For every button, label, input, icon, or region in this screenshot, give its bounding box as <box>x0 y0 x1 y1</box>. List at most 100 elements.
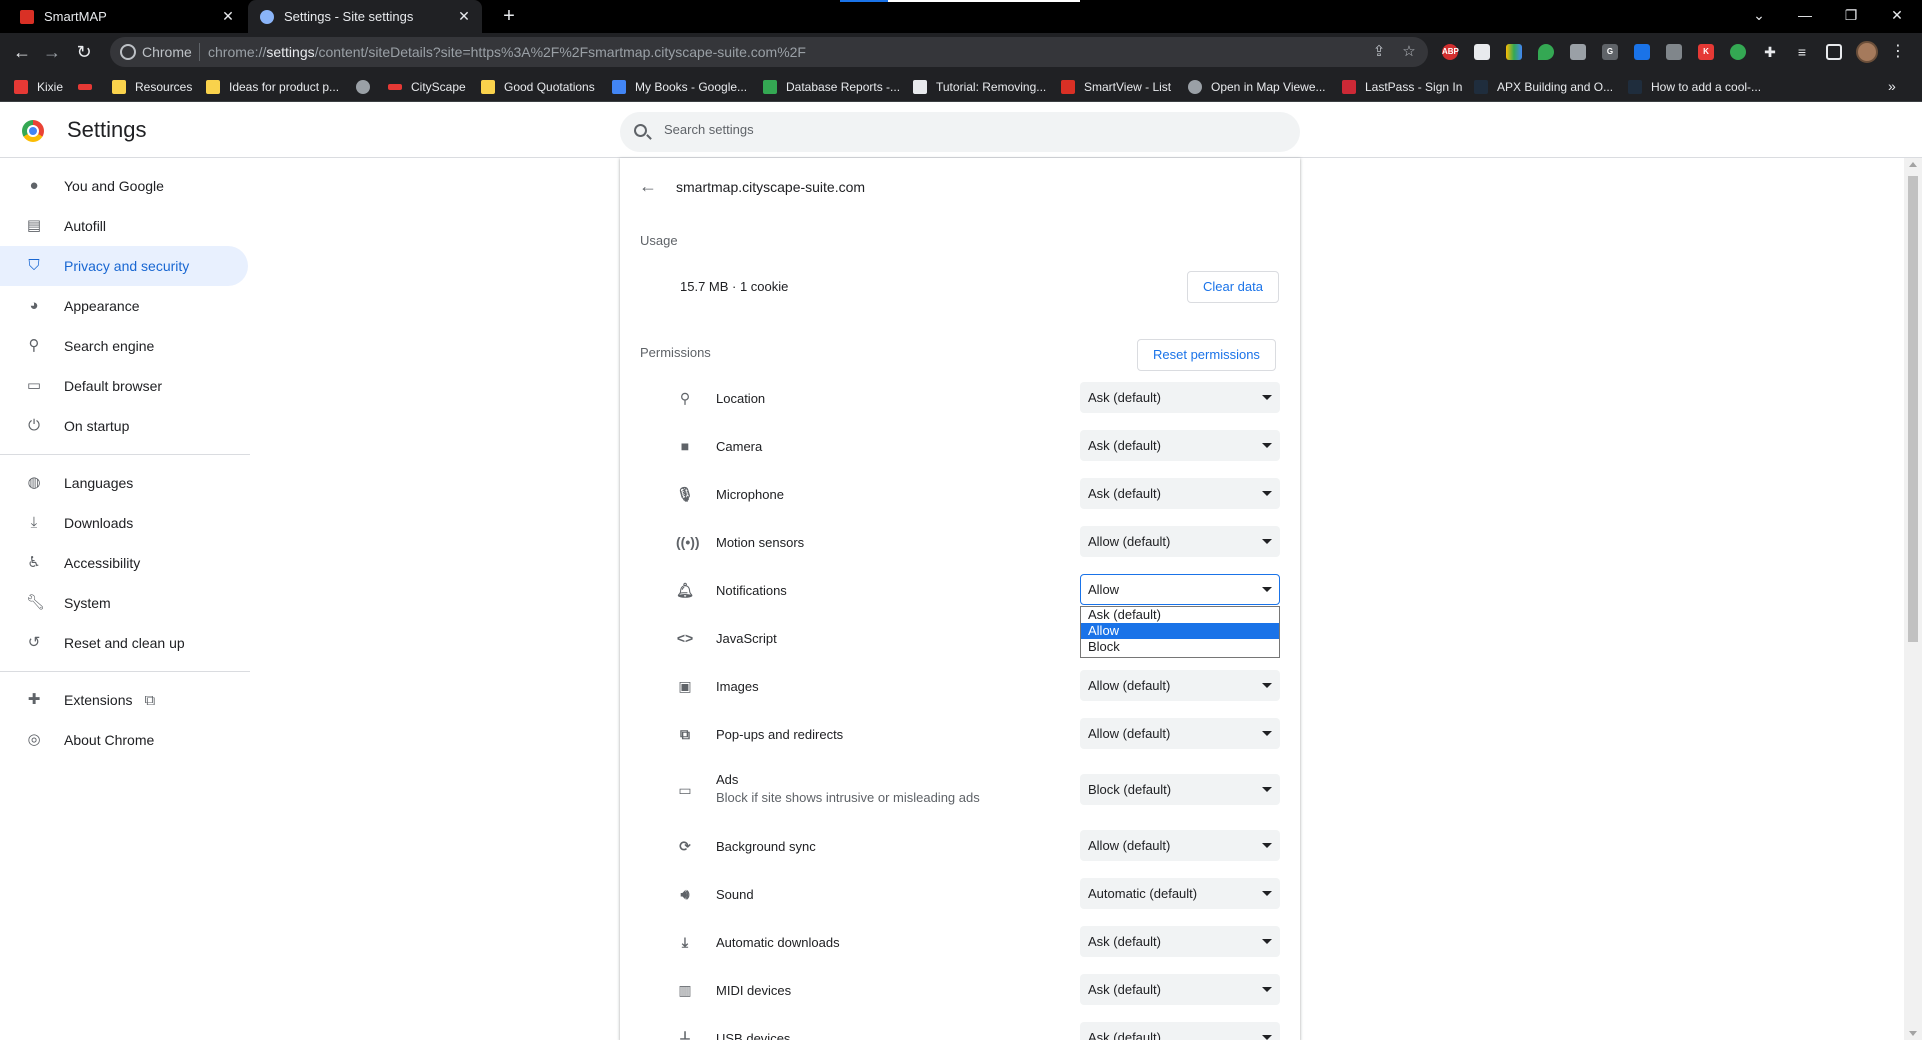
folder-icon <box>112 80 126 94</box>
sidebar-item-reset-and-clean-up[interactable]: ↺ Reset and clean up <box>0 623 248 663</box>
bookmark-item[interactable]: CityScape <box>388 78 466 96</box>
star-icon[interactable]: ☆ <box>1400 43 1418 61</box>
bookmark-item[interactable]: How to add a cool-... <box>1628 78 1761 96</box>
sidebar-item-default-browser[interactable]: ▭ Default browser <box>0 366 248 406</box>
background-sync-select[interactable]: Allow (default) <box>1080 830 1280 861</box>
url-text[interactable]: chrome://settings/content/siteDetails?si… <box>208 44 806 60</box>
minimize-button[interactable]: — <box>1782 0 1828 33</box>
permission-row-sound: 🔊︎ Sound Automatic (default) <box>620 870 1300 918</box>
clipboard-icon: ▤ <box>26 217 42 234</box>
scrollbar-thumb[interactable] <box>1908 176 1918 642</box>
usb-devices-select[interactable]: Ask (default) <box>1080 1022 1280 1040</box>
download-icon: ⤓ <box>30 514 38 531</box>
bookmark-item[interactable]: Resources <box>112 78 192 96</box>
share-icon[interactable]: ⇪ <box>1370 43 1388 61</box>
sidebar-item-appearance[interactable]: ◕ Appearance <box>0 286 248 326</box>
reset-permissions-button[interactable]: Reset permissions <box>1137 339 1276 371</box>
permission-label: Pop-ups and redirects <box>716 727 844 742</box>
extension-icon[interactable] <box>1506 44 1522 60</box>
bookmark-item[interactable]: Ideas for product p... <box>206 78 339 96</box>
side-panel-icon[interactable] <box>1826 44 1842 60</box>
back-button[interactable]: ← <box>10 40 34 64</box>
tab-settings[interactable]: Settings - Site settings ✕ <box>248 0 482 33</box>
bookmark-item[interactable]: Database Reports -... <box>763 78 900 96</box>
scroll-down-arrow-icon[interactable] <box>1909 1031 1917 1036</box>
close-icon[interactable]: ✕ <box>220 8 236 24</box>
adblock-plus-icon[interactable]: ABP <box>1442 44 1459 60</box>
dropdown-option-ask[interactable]: Ask (default) <box>1081 607 1279 623</box>
sidebar-item-you-and-google[interactable]: ● You and Google <box>0 166 248 206</box>
images-select[interactable]: Allow (default) <box>1080 670 1280 701</box>
clear-data-button[interactable]: Clear data <box>1187 271 1279 303</box>
grammarly-icon[interactable]: G <box>1602 44 1618 60</box>
camera-select[interactable]: Ask (default) <box>1080 430 1280 461</box>
search-box[interactable] <box>620 112 1300 152</box>
bookmark-item[interactable]: SmartView - List <box>1061 78 1171 96</box>
sidebar-item-label: Autofill <box>64 218 107 234</box>
midi-devices-select[interactable]: Ask (default) <box>1080 974 1280 1005</box>
bookmark-item[interactable]: Open in Map Viewe... <box>1188 78 1326 96</box>
sidebar-item-system[interactable]: 🔧︎ System <box>0 583 248 623</box>
avatar[interactable] <box>1856 41 1878 63</box>
location-icon: ⚲ <box>679 390 691 406</box>
sidebar-item-accessibility[interactable]: ♿ Accessibility <box>0 543 248 583</box>
chevron-down-icon <box>1262 731 1272 736</box>
page-scrollbar[interactable] <box>1904 158 1922 1040</box>
new-tab-button[interactable]: + <box>498 5 520 27</box>
location-select[interactable]: Ask (default) <box>1080 382 1280 413</box>
sound-select[interactable]: Automatic (default) <box>1080 878 1280 909</box>
microphone-select[interactable]: Ask (default) <box>1080 478 1280 509</box>
notifications-select[interactable]: Allow <box>1080 574 1280 605</box>
kixie-extension-icon[interactable]: K <box>1698 44 1714 60</box>
chevron-right-icon[interactable]: » <box>1888 78 1896 94</box>
automatic-downloads-select[interactable]: Ask (default) <box>1080 926 1280 957</box>
puzzle-icon[interactable]: ✚ <box>1762 44 1778 60</box>
bookmark-item[interactable] <box>78 78 101 96</box>
dropdown-option-block[interactable]: Block <box>1081 639 1279 655</box>
sidebar-item-about-chrome[interactable]: ◎ About Chrome <box>0 720 248 760</box>
bookmark-item[interactable]: My Books - Google... <box>612 78 747 96</box>
bookmark-item[interactable] <box>356 78 379 96</box>
ads-select[interactable]: Block (default) <box>1080 774 1280 805</box>
bookmark-item[interactable]: LastPass - Sign In <box>1342 78 1462 96</box>
extension-icon[interactable] <box>1666 44 1682 60</box>
sidebar-item-extensions[interactable]: ✚ Extensions ⧉ <box>0 680 248 720</box>
bookmark-item[interactable]: APX Building and O... <box>1474 78 1613 96</box>
tab-smartmap[interactable]: SmartMAP ✕ <box>0 0 246 33</box>
extension-icon[interactable] <box>1538 44 1554 60</box>
notifications-dropdown-list: Ask (default) Allow Block <box>1080 606 1280 658</box>
bookmark-item[interactable]: Kixie <box>14 78 63 96</box>
bell-icon: 🔔︎ <box>676 582 694 598</box>
tab-search-button[interactable]: ⌄ <box>1736 0 1782 33</box>
extension-icon[interactable] <box>1634 44 1650 60</box>
close-icon[interactable]: ✕ <box>456 8 472 24</box>
reading-list-icon[interactable]: ≡ <box>1794 44 1810 60</box>
bookmark-item[interactable]: Good Quotations <box>481 78 595 96</box>
sidebar-item-privacy-and-security[interactable]: ⛉ Privacy and security <box>0 246 248 286</box>
globe-icon: ◍ <box>27 474 41 491</box>
sidebar-item-languages[interactable]: ◍ Languages <box>0 463 248 503</box>
reload-button[interactable]: ↻ <box>72 40 96 64</box>
scroll-up-arrow-icon[interactable] <box>1909 162 1917 167</box>
chevron-down-icon <box>1262 939 1272 944</box>
image-icon: ▣ <box>678 678 692 694</box>
back-arrow-icon[interactable]: ← <box>638 176 658 196</box>
close-window-button[interactable]: ✕ <box>1874 0 1920 33</box>
sidebar-item-downloads[interactable]: ⤓ Downloads <box>0 503 248 543</box>
sidebar-item-search-engine[interactable]: ⚲ Search engine <box>0 326 248 366</box>
extension-icon[interactable] <box>1570 44 1586 60</box>
popups-select[interactable]: Allow (default) <box>1080 718 1280 749</box>
restore-button[interactable]: ❐ <box>1828 0 1874 33</box>
search-input[interactable] <box>664 122 1264 137</box>
forward-button[interactable]: → <box>40 40 64 64</box>
motion-sensors-select[interactable]: Allow (default) <box>1080 526 1280 557</box>
sidebar-item-on-startup[interactable]: ⏻ On startup <box>0 406 248 446</box>
bookmark-item[interactable]: Tutorial: Removing... <box>913 78 1046 96</box>
dropdown-option-allow[interactable]: Allow <box>1081 623 1279 639</box>
extension-icon[interactable] <box>1474 44 1490 60</box>
sidebar-item-autofill[interactable]: ▤ Autofill <box>0 206 248 246</box>
menu-icon[interactable]: ⋮ <box>1888 41 1908 63</box>
address-bar[interactable]: Chrome chrome://settings/content/siteDet… <box>110 37 1428 67</box>
extension-icon[interactable] <box>1730 44 1746 60</box>
divider <box>0 454 250 455</box>
